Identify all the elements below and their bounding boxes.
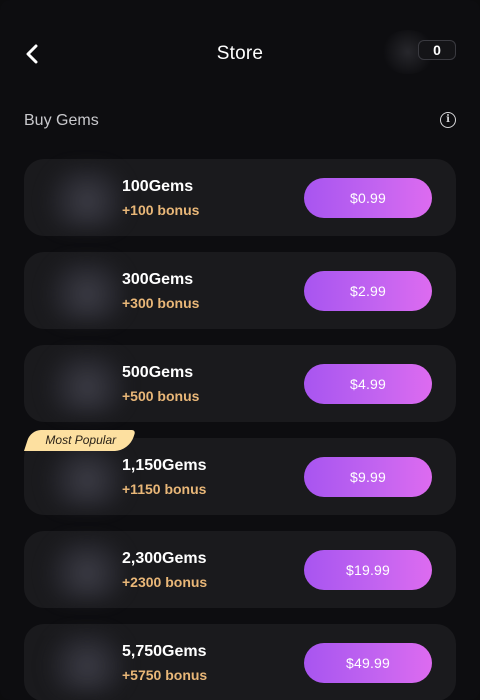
gem-bundle-image: [40, 446, 126, 508]
most-popular-badge: Most Popular: [24, 430, 136, 451]
buy-button[interactable]: $4.99: [304, 364, 432, 404]
buy-button[interactable]: $2.99: [304, 271, 432, 311]
package-name: 1,150Gems: [122, 457, 207, 474]
top-bar: Store 0: [0, 0, 480, 100]
buy-button[interactable]: $9.99: [304, 457, 432, 497]
package-bonus: +1150 bonus: [122, 481, 207, 497]
package-name: 2,300Gems: [122, 550, 207, 567]
package-bonus: +500 bonus: [122, 388, 200, 404]
gem-bundle-image: [40, 167, 126, 229]
section-header: Buy Gems i: [24, 112, 456, 132]
gem-package-card: 100Gems +100 bonus $0.99: [24, 159, 456, 236]
package-bonus: +100 bonus: [122, 202, 200, 218]
gem-bundle-image: [40, 539, 126, 601]
package-name: 300Gems: [122, 271, 194, 288]
package-bonus: +2300 bonus: [122, 574, 208, 590]
gem-bundle-image: [40, 353, 126, 415]
gem-bundle-image: [40, 632, 126, 694]
buy-button[interactable]: $19.99: [304, 550, 432, 590]
badge-label: Most Popular: [45, 433, 117, 447]
gem-bundle-image: [40, 260, 126, 322]
package-name: 5,750Gems: [122, 643, 207, 660]
gem-package-card: 5,750Gems +5750 bonus $49.99: [24, 624, 456, 700]
gem-package-card: 1,150Gems +1150 bonus $9.99 Most Popular: [24, 430, 456, 515]
gem-package-card: 300Gems +300 bonus $2.99: [24, 252, 456, 329]
gem-balance: 0: [380, 30, 456, 74]
package-bonus: +5750 bonus: [122, 667, 208, 683]
section-title: Buy Gems: [24, 112, 99, 129]
gem-package-card: 500Gems +500 bonus $4.99: [24, 345, 456, 422]
store-screen: Store 0 Buy Gems i 100Gems +100 bonus $0…: [0, 0, 480, 700]
package-name: 100Gems: [122, 178, 194, 195]
gem-balance-count: 0: [418, 40, 456, 60]
buy-button[interactable]: $0.99: [304, 178, 432, 218]
package-name: 500Gems: [122, 364, 194, 381]
info-icon[interactable]: i: [440, 112, 456, 128]
buy-button[interactable]: $49.99: [304, 643, 432, 683]
gem-package-card: 2,300Gems +2300 bonus $19.99: [24, 531, 456, 608]
package-bonus: +300 bonus: [122, 295, 200, 311]
